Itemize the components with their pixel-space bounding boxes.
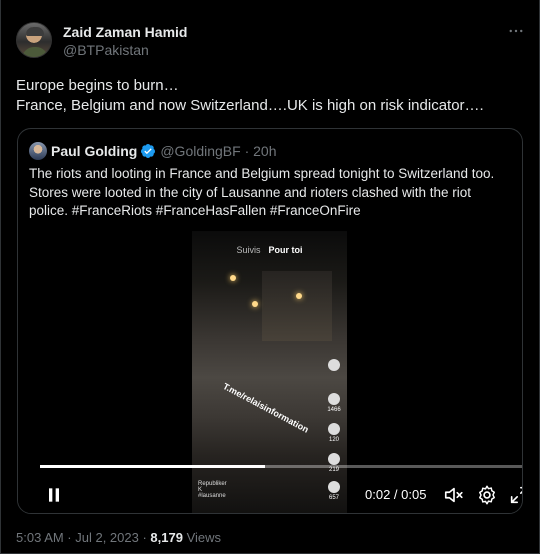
video-side-avatar: [325, 359, 343, 373]
quoted-author-name[interactable]: Paul Golding: [51, 143, 137, 159]
video-share-count: 657: [328, 495, 339, 501]
video-watermark: T.me/relaisinformation: [221, 381, 311, 435]
video-frame[interactable]: Suivis Pour toi T.me/relaisinformation 14…: [192, 231, 347, 513]
tweet-text-line-1: Europe begins to burn…: [16, 77, 179, 94]
share-icon: [328, 481, 340, 493]
tweet-meta: 5:03 AM · Jul 2, 2023 · 8,179 Views: [16, 530, 221, 545]
video-user-info: Republiker K #lausanne: [198, 481, 227, 499]
video-user-label: Republiker: [198, 481, 227, 487]
quoted-tweet-header: Paul Golding @GoldingBF · 20h: [29, 141, 277, 161]
video-tab-suivis: Suivis: [236, 245, 261, 255]
author-avatar[interactable]: [16, 22, 52, 58]
author-handle[interactable]: @BTPakistan: [63, 42, 149, 58]
tweet-views-count: 8,179: [150, 530, 183, 545]
quoted-author-avatar[interactable]: [29, 142, 47, 160]
author-name[interactable]: Zaid Zaman Hamid: [63, 24, 187, 40]
quoted-tweet[interactable]: Paul Golding @GoldingBF · 20h The riots …: [17, 128, 523, 514]
pause-icon[interactable]: [44, 485, 64, 505]
video-tab-pour-toi: Pour toi: [268, 245, 303, 255]
comment-icon: [328, 423, 340, 435]
video-scene-building: [262, 271, 332, 341]
video-progress-fill: [40, 465, 266, 468]
video-comment-count: 120: [328, 437, 339, 443]
video-side-avatar-dot: [328, 359, 340, 371]
video-side-comment: 120: [325, 423, 343, 443]
video-scene-light: [230, 275, 236, 281]
ellipsis-icon: [509, 29, 523, 33]
video-side-like: 1466: [325, 393, 343, 413]
video-progress-bar[interactable]: [40, 465, 522, 468]
bookmark-icon: [328, 453, 340, 465]
video-overlay-tabs: Suivis Pour toi: [192, 245, 347, 255]
video-side-share: 657: [325, 481, 343, 501]
quoted-tweet-text: The riots and looting in France and Belg…: [29, 166, 495, 218]
gear-icon[interactable]: [476, 484, 498, 506]
fullscreen-icon[interactable]: [508, 484, 523, 506]
tweet-container: Zaid Zaman Hamid @BTPakistan Europe begi…: [0, 0, 540, 554]
tweet-text-line-2: France, Belgium and now Switzerland….UK …: [16, 97, 484, 114]
video-like-count: 1466: [327, 407, 341, 413]
video-user-hashtag: #lausanne: [198, 493, 226, 499]
video-side-save: 219: [325, 453, 343, 473]
verified-badge-icon: [141, 144, 156, 158]
tweet-timestamp[interactable]: 5:03 AM · Jul 2, 2023 ·: [16, 530, 150, 545]
tweet-text: Europe begins to burn… France, Belgium a…: [16, 76, 526, 116]
volume-mute-icon[interactable]: [443, 484, 465, 506]
avatar-body-shape: [22, 47, 48, 57]
avatar-cap-shape: [26, 27, 44, 36]
heart-icon: [328, 393, 340, 405]
video-player[interactable]: Suivis Pour toi T.me/relaisinformation 14…: [18, 229, 522, 513]
more-options-icon[interactable]: [506, 22, 526, 42]
tweet-views-label: Views: [182, 530, 222, 545]
video-scene-light: [252, 301, 258, 307]
video-scene-light: [296, 293, 302, 299]
video-time: 0:02 / 0:05: [365, 487, 427, 502]
quoted-author-handle-time[interactable]: @GoldingBF · 20h: [160, 143, 276, 159]
